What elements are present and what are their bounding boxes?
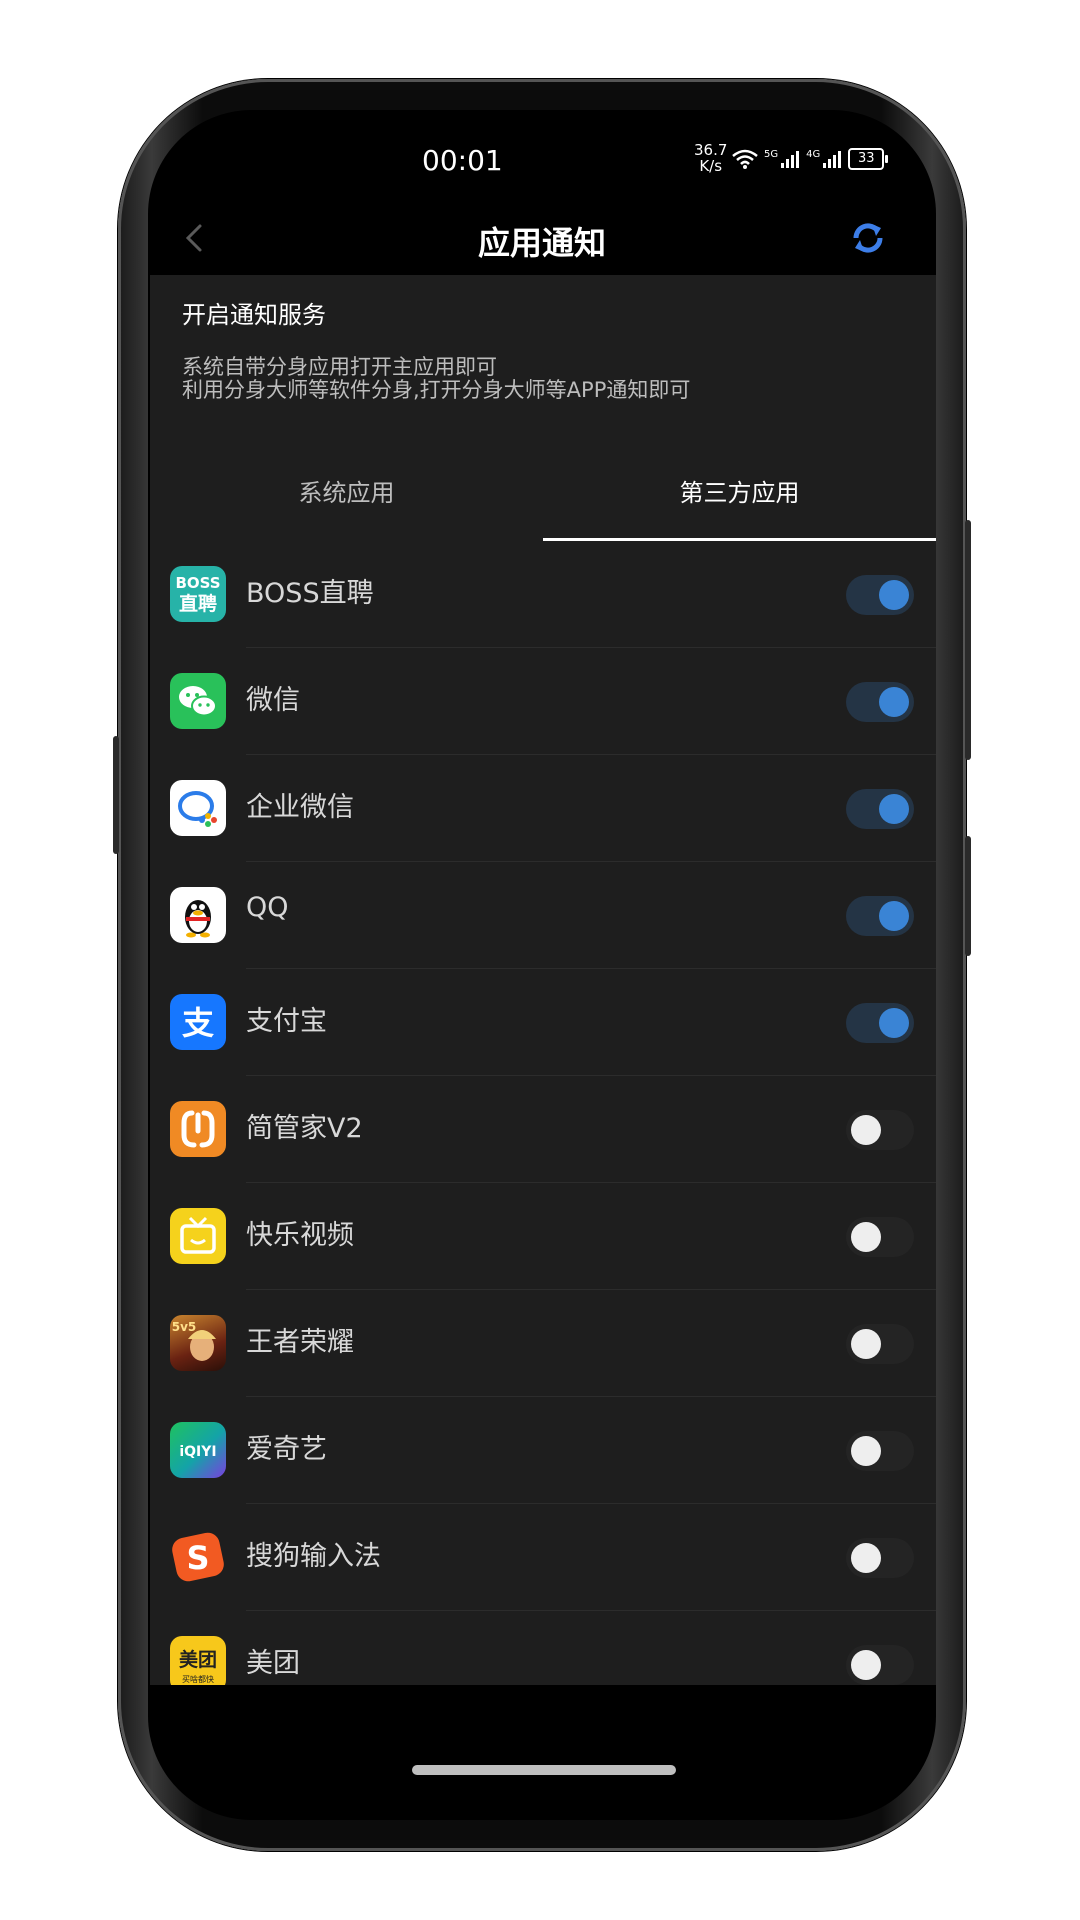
home-indicator[interactable] bbox=[412, 1765, 676, 1775]
notification-toggle[interactable] bbox=[846, 1431, 914, 1471]
status-time: 00:01 bbox=[422, 144, 503, 177]
list-item: 企业微信 bbox=[150, 755, 936, 862]
list-item: iQIYI 爱奇艺 bbox=[150, 1397, 936, 1504]
tv-icon bbox=[170, 1208, 226, 1264]
side-button bbox=[965, 836, 971, 956]
app-name: 王者荣耀 bbox=[246, 1327, 354, 1358]
boss-zhipin-icon: BOSS 直聘 bbox=[170, 566, 226, 622]
phone-screen: 00:01 36.7 K/s 5G 4G 33 应用通知 开启通知服务 系统自带… bbox=[148, 110, 936, 1820]
iqiyi-icon: iQIYI bbox=[170, 1422, 226, 1478]
app-name: 支付宝 bbox=[246, 1006, 327, 1037]
app-name: 企业微信 bbox=[246, 792, 354, 823]
app-name: BOSS直聘 bbox=[246, 578, 374, 609]
notice-title: 开启通知服务 bbox=[182, 301, 326, 329]
wecom-icon bbox=[170, 780, 226, 836]
jianguanjia-icon bbox=[170, 1101, 226, 1157]
page-title: 应用通知 bbox=[477, 224, 606, 262]
signal-bars-icon bbox=[823, 151, 842, 168]
tab-third-party-apps[interactable]: 第三方应用 bbox=[543, 445, 936, 541]
toggle-knob bbox=[851, 1436, 881, 1466]
tab-bar: 系统应用 第三方应用 bbox=[150, 445, 936, 541]
list-item: 支 支付宝 bbox=[150, 969, 936, 1076]
status-icons: 5G 4G 33 bbox=[732, 148, 889, 170]
svg-text:买啥都快: 买啥都快 bbox=[182, 1674, 214, 1684]
list-item: 快乐视频 bbox=[150, 1183, 936, 1290]
notification-service-card[interactable]: 开启通知服务 系统自带分身应用打开主应用即可 利用分身大师等软件分身,打开分身大… bbox=[150, 275, 936, 445]
meituan-icon: 美团 买啥都快 bbox=[170, 1636, 226, 1685]
top-app-bar: 应用通知 bbox=[148, 210, 936, 270]
signal-bars-icon bbox=[781, 151, 800, 168]
wifi-icon bbox=[732, 149, 758, 169]
toggle-knob bbox=[879, 1008, 909, 1038]
network-speed: 36.7 K/s bbox=[694, 142, 727, 174]
toggle-knob bbox=[851, 1650, 881, 1680]
notification-toggle[interactable] bbox=[846, 1003, 914, 1043]
status-bar: 00:01 36.7 K/s 5G 4G 33 bbox=[148, 110, 936, 210]
toggle-knob bbox=[851, 1329, 881, 1359]
list-item: 简管家V2 bbox=[150, 1076, 936, 1183]
sogou-input-icon: S bbox=[170, 1529, 226, 1585]
notification-toggle[interactable] bbox=[846, 789, 914, 829]
toggle-knob bbox=[879, 901, 909, 931]
list-item: QQ bbox=[150, 862, 936, 969]
svg-text:美团: 美团 bbox=[179, 1648, 217, 1671]
toggle-knob bbox=[879, 687, 909, 717]
honor-of-kings-icon: 5v5 bbox=[170, 1315, 226, 1371]
svg-text:BOSS: BOSS bbox=[175, 574, 220, 592]
app-name: 微信 bbox=[246, 685, 300, 716]
svg-text:iQIYI: iQIYI bbox=[179, 1444, 216, 1460]
app-name: 快乐视频 bbox=[246, 1220, 354, 1251]
svg-text:5v5: 5v5 bbox=[172, 1320, 197, 1334]
app-name: 简管家V2 bbox=[246, 1113, 363, 1144]
notification-toggle[interactable] bbox=[846, 682, 914, 722]
alipay-icon: 支 bbox=[170, 994, 226, 1050]
volume-button bbox=[113, 736, 119, 854]
app-name: 爱奇艺 bbox=[246, 1434, 327, 1465]
qq-penguin-icon bbox=[170, 887, 226, 943]
app-name: 美团 bbox=[246, 1648, 300, 1679]
network-speed-unit: K/s bbox=[699, 157, 723, 175]
toggle-knob bbox=[879, 580, 909, 610]
list-item: 5v5 王者荣耀 bbox=[150, 1290, 936, 1397]
notification-toggle[interactable] bbox=[846, 1324, 914, 1364]
svg-text:S: S bbox=[186, 1539, 209, 1577]
wechat-icon bbox=[170, 673, 226, 729]
signal-5g-label: 5G bbox=[764, 148, 779, 160]
list-item: S 搜狗输入法 bbox=[150, 1504, 936, 1611]
notification-toggle[interactable] bbox=[846, 896, 914, 936]
svg-text:支: 支 bbox=[182, 1004, 214, 1042]
toggle-knob bbox=[851, 1222, 881, 1252]
refresh-button[interactable] bbox=[848, 218, 888, 258]
toggle-knob bbox=[879, 794, 909, 824]
notification-toggle[interactable] bbox=[846, 1110, 914, 1150]
list-item: BOSS 直聘 BOSS直聘 bbox=[150, 541, 936, 648]
app-name: 搜狗输入法 bbox=[246, 1541, 381, 1572]
battery-indicator: 33 bbox=[848, 148, 889, 170]
notification-toggle[interactable] bbox=[846, 1217, 914, 1257]
app-list[interactable]: BOSS 直聘 BOSS直聘 微信 企业微信 QQ 支 支付宝 简管家V2 快乐… bbox=[150, 541, 936, 1685]
notification-toggle[interactable] bbox=[846, 1645, 914, 1685]
network-speed-value: 36.7 bbox=[694, 141, 728, 159]
toggle-knob bbox=[851, 1543, 881, 1573]
app-name: QQ bbox=[246, 892, 289, 923]
list-item: 美团 买啥都快 美团 bbox=[150, 1611, 936, 1685]
power-button bbox=[965, 520, 971, 760]
list-item: 微信 bbox=[150, 648, 936, 755]
notification-toggle[interactable] bbox=[846, 1538, 914, 1578]
toggle-knob bbox=[851, 1115, 881, 1145]
svg-text:直聘: 直聘 bbox=[179, 592, 217, 615]
sync-icon bbox=[853, 223, 883, 253]
signal-4g-label: 4G bbox=[806, 148, 821, 160]
notification-toggle[interactable] bbox=[846, 575, 914, 615]
tab-system-apps[interactable]: 系统应用 bbox=[150, 445, 543, 541]
notice-line-2: 利用分身大师等软件分身,打开分身大师等APP通知即可 bbox=[182, 378, 691, 402]
